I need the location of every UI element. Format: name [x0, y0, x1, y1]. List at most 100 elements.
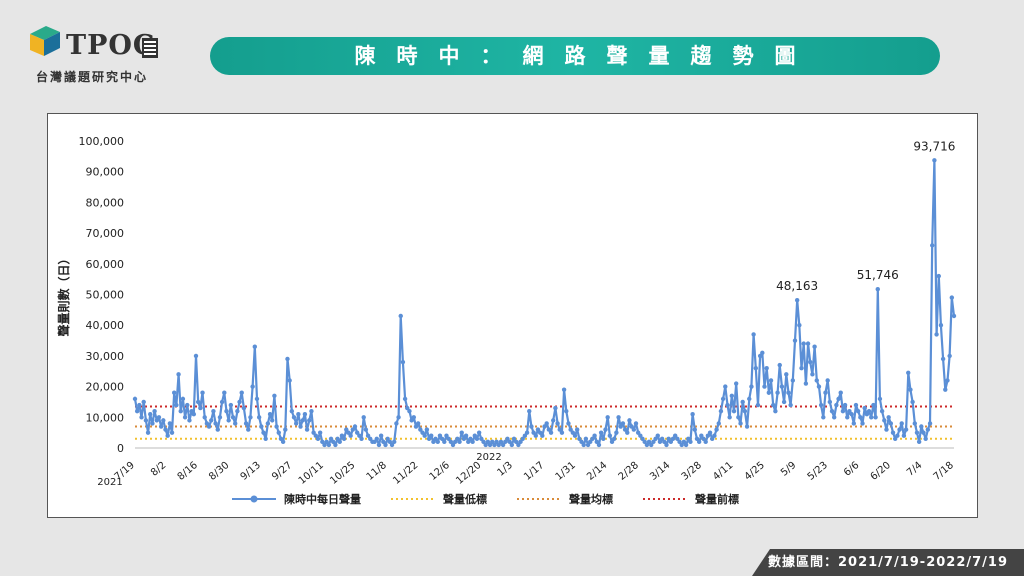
data-point [228, 402, 234, 408]
data-point [341, 436, 347, 441]
y-tick-label: 60,000 [86, 258, 125, 271]
tpoc-logo: TPOC 台灣議題研究中心 [28, 20, 168, 90]
data-point [239, 390, 244, 395]
data-point [664, 442, 669, 448]
data-point [744, 424, 750, 429]
data-point [180, 396, 186, 402]
data-point [553, 405, 558, 411]
data-point [890, 430, 896, 435]
data-point [363, 427, 369, 432]
data-point [855, 408, 861, 414]
legend-label: 聲量均標 [569, 493, 613, 506]
peak-annotation: 93,716 [913, 139, 955, 153]
data-point [383, 442, 388, 448]
data-point [633, 421, 639, 426]
data-point [747, 396, 752, 402]
y-tick-label: 70,000 [86, 227, 125, 240]
x-tick-label: 2/28 [617, 460, 641, 483]
x-tick-label: 10/25 [328, 460, 357, 487]
data-point [829, 408, 835, 414]
page-title: 陳時中：網路聲量趨勢圖 [210, 37, 940, 75]
legend-label: 陳時中每日聲量 [284, 493, 361, 506]
data-point [474, 436, 480, 441]
data-point [803, 381, 809, 386]
data-point [274, 424, 279, 429]
x-tick-label: 5/23 [806, 460, 830, 483]
data-point [620, 421, 626, 426]
data-point [317, 430, 323, 435]
data-point [463, 433, 469, 438]
data-point [733, 381, 739, 386]
data-point [818, 402, 824, 408]
data-point [775, 390, 780, 395]
data-point [707, 430, 713, 435]
data-point [598, 430, 604, 435]
legend-swatch-icon [517, 498, 561, 500]
data-point [283, 427, 288, 432]
data-point [914, 430, 920, 435]
data-point [605, 415, 610, 420]
data-point [217, 415, 223, 420]
y-tick-label: 50,000 [86, 289, 125, 302]
data-point [895, 433, 900, 438]
y-tick-label: 30,000 [86, 350, 125, 363]
data-range-footer: 數據區間：2021/7/19-2022/7/19 [752, 549, 1024, 576]
data-point [627, 418, 632, 423]
data-point [378, 433, 384, 438]
data-point [564, 408, 569, 414]
data-point [172, 390, 177, 395]
data-point [875, 286, 880, 292]
data-point [932, 158, 937, 163]
data-point [280, 439, 286, 445]
data-point [616, 415, 621, 420]
x-tick-label: 5/9 [779, 460, 798, 479]
data-point [202, 415, 207, 420]
data-point [150, 421, 155, 426]
data-point [727, 415, 732, 420]
data-point [544, 421, 549, 426]
data-point [601, 436, 606, 441]
data-point [703, 439, 708, 445]
data-point [224, 408, 229, 414]
data-point [215, 427, 220, 432]
data-point [527, 408, 532, 414]
data-point [250, 384, 255, 389]
data-point [801, 341, 806, 346]
year-label-2022: 2022 [476, 452, 501, 463]
data-point [784, 372, 789, 377]
data-point [725, 402, 730, 408]
data-point [400, 359, 406, 365]
data-point [411, 415, 417, 420]
data-point [243, 421, 249, 426]
data-point [394, 421, 399, 426]
data-point [943, 387, 948, 392]
y-tick-label: 80,000 [86, 196, 125, 209]
data-point [348, 433, 353, 438]
x-tick-label: 8/2 [149, 460, 168, 479]
data-point [827, 399, 833, 405]
data-point [901, 433, 907, 438]
x-tick-label: 12/20 [454, 460, 483, 487]
data-point [906, 370, 911, 375]
data-point [940, 356, 946, 362]
data-point [871, 402, 876, 408]
logo-badge-icon [142, 38, 158, 58]
data-point [908, 387, 913, 392]
data-point [838, 390, 843, 395]
data-point [551, 418, 556, 423]
data-point [773, 408, 778, 414]
data-point [435, 439, 440, 445]
data-point [572, 433, 578, 438]
data-point [169, 430, 175, 435]
legend-label: 聲量低標 [443, 493, 487, 506]
data-point [424, 427, 430, 432]
peak-annotation: 51,746 [857, 268, 899, 282]
data-point [849, 412, 854, 417]
data-point [766, 390, 772, 395]
data-point [213, 421, 218, 426]
line-chart: 0 10,000 20,000 30,000 40,000 50,000 60,000 70,… [56, 135, 957, 488]
data-point [816, 384, 822, 389]
data-point [302, 412, 308, 417]
data-point [195, 399, 201, 405]
legend-daily-volume: 陳時中每日聲量 [230, 491, 361, 507]
